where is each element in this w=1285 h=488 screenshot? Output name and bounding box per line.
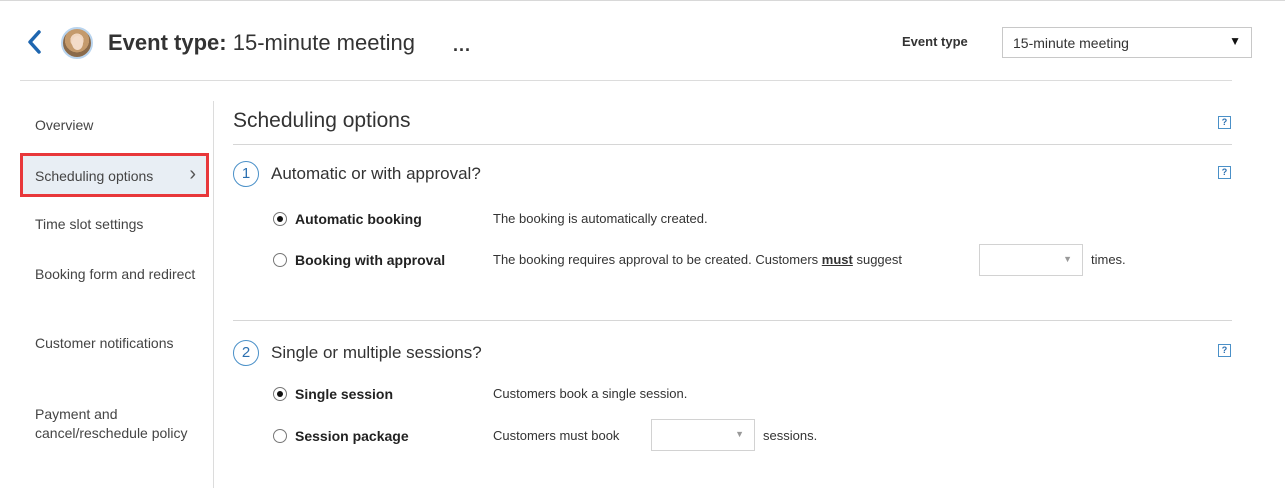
event-type-selected-value: 15-minute meeting xyxy=(1013,35,1129,51)
dropdown-arrow-icon: ▼ xyxy=(1229,34,1241,48)
sidebar-item-label: Scheduling options xyxy=(35,168,154,184)
sidebar-item-customer-notifications[interactable]: Customer notifications xyxy=(35,334,210,353)
step-title-approval: Automatic or with approval? xyxy=(271,164,481,183)
suggest-times-select[interactable]: ▼ xyxy=(979,244,1083,276)
radio-button-checked[interactable] xyxy=(273,212,287,226)
step-number-2: 2 xyxy=(233,340,259,366)
sidebar-item-booking-form[interactable]: Booking form and redirect xyxy=(35,265,210,284)
dropdown-arrow-icon: ▼ xyxy=(1063,254,1072,264)
event-type-select[interactable]: 15-minute meeting ▼ xyxy=(1002,27,1252,58)
step-number-1: 1 xyxy=(233,161,259,187)
more-options-icon[interactable]: ... xyxy=(453,35,471,56)
option-label: Session package xyxy=(295,428,409,444)
event-type-label: Event type xyxy=(902,34,968,49)
option-description: Customers must book xyxy=(493,428,620,443)
dropdown-arrow-icon: ▼ xyxy=(735,429,744,439)
back-button[interactable] xyxy=(24,29,46,55)
avatar[interactable] xyxy=(61,27,93,59)
section-divider xyxy=(233,144,1232,145)
option-description-suffix: times. xyxy=(1091,252,1126,267)
page-title: Event type: 15-minute meeting xyxy=(108,30,415,56)
page-title-label: Event type: xyxy=(108,30,227,55)
session-count-select[interactable]: ▼ xyxy=(651,419,755,451)
option-description: Customers book a single session. xyxy=(493,386,688,401)
radio-button-checked[interactable] xyxy=(273,387,287,401)
radio-button[interactable] xyxy=(273,253,287,267)
desc-text: The booking requires approval to be crea… xyxy=(493,252,822,267)
sidebar-item-overview[interactable]: Overview xyxy=(35,116,210,135)
help-icon[interactable]: ? xyxy=(1218,166,1231,179)
option-label: Automatic booking xyxy=(295,211,422,227)
radio-button[interactable] xyxy=(273,429,287,443)
option-description-suffix: sessions. xyxy=(763,428,818,443)
sidebar-item-payment-policy[interactable]: Payment and cancel/reschedule policy xyxy=(35,405,210,443)
chevron-right-icon: › xyxy=(189,163,196,185)
option-label: Single session xyxy=(295,386,394,402)
avatar-face xyxy=(72,36,83,50)
help-icon[interactable]: ? xyxy=(1218,116,1231,129)
help-icon[interactable]: ? xyxy=(1218,344,1231,357)
option-description: The booking requires approval to be crea… xyxy=(493,252,902,267)
app-frame: Event type: 15-minute meeting ... Event … xyxy=(0,0,1285,488)
sidebar-nav: Overview Scheduling options › Time slot … xyxy=(20,101,214,488)
chevron-left-icon xyxy=(28,30,41,54)
desc-emphasis: must xyxy=(821,252,853,267)
step-title-sessions: Single or multiple sessions? xyxy=(271,343,482,362)
sidebar-item-time-slot-settings[interactable]: Time slot settings xyxy=(35,215,210,234)
desc-text: suggest xyxy=(852,252,903,267)
sidebar-item-scheduling-options[interactable]: Scheduling options › xyxy=(20,153,209,197)
page-title-value: 15-minute meeting xyxy=(232,30,415,55)
option-label: Booking with approval xyxy=(295,252,446,268)
page-header: Event type: 15-minute meeting ... Event … xyxy=(20,1,1252,81)
option-description: The booking is automatically created. xyxy=(493,211,708,226)
section-divider xyxy=(233,320,1232,321)
section-title: Scheduling options xyxy=(233,109,411,132)
